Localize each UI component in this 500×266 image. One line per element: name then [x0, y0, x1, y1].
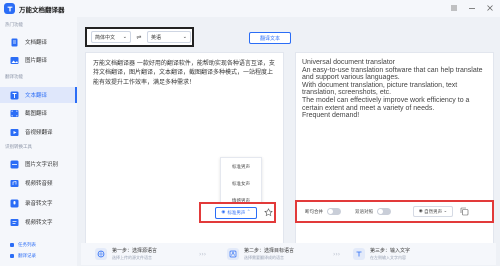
app-title: 万能文档翻译器 [19, 5, 65, 14]
audio-video-icon [10, 128, 19, 137]
source-language-select[interactable]: 简体中文 ⌄ [91, 31, 131, 43]
speaker-icon: ◉ [221, 210, 226, 215]
target-language-select[interactable]: 英语 ⌄ [147, 31, 191, 43]
sidebar-item-image-translate[interactable]: 图片翻译 [0, 52, 77, 68]
sidebar-item-label: 视频转文字 [25, 220, 53, 226]
translate-button[interactable]: 翻译文本 [249, 32, 291, 44]
chevron-down-icon: ⌄ [122, 34, 127, 40]
text-icon [10, 91, 19, 100]
sidebar-item-audio-video-translate[interactable]: 音视频翻译 [0, 124, 77, 140]
swap-languages-icon[interactable]: ⇌ [134, 34, 144, 41]
image-icon [10, 56, 19, 65]
minimize-icon[interactable] [467, 3, 476, 12]
sidebar-item-text-translate[interactable]: 文本翻译 [0, 87, 77, 103]
group-label-tools: 识别转换工具 [5, 145, 32, 150]
sidebar-item-screenshot-translate[interactable]: 截图翻译 [0, 105, 77, 121]
target-voice-select[interactable]: ◉ 自然男声 ⌄ [413, 206, 453, 217]
source-controls: ◉ 标准男声 ⌃ [199, 202, 276, 223]
chevron-down-icon: ⌄ [442, 209, 448, 214]
chevron-up-icon: ⌃ [245, 210, 251, 215]
main-area: 简体中文 ⌄ ⇌ 英语 ⌄ 翻译文本 万能文档翻译器 一款好用的翻译软件，能帮助… [81, 19, 496, 252]
video-text-icon [10, 218, 19, 227]
voice-option-standard-female[interactable]: 标准女声 [221, 175, 261, 192]
sidebar-item-label: 截图翻译 [25, 111, 48, 117]
menu-icon[interactable] [449, 3, 458, 12]
step-desc: 在左侧输入文字内容 [370, 255, 406, 260]
step-2: 第二步：选择目标语言 选择需要翻译成的语言 [227, 247, 294, 261]
sentence-merge-toggle[interactable] [327, 208, 341, 215]
step-arrow-icon: ››› [333, 250, 341, 258]
target-language-icon [227, 248, 239, 260]
source-voice-select[interactable]: ◉ 标准男声 ⌃ [215, 206, 257, 219]
sidebar: 热门功能 文档翻译 图片翻译 翻译功能 文本翻译 截图翻译 音视频翻译 识别转换… [0, 17, 77, 266]
translated-line: With document translation, picture trans… [302, 81, 458, 97]
sidebar-item-label: 文档翻译 [25, 40, 48, 46]
step-3: 第三步：输入文字 在左侧输入文字内容 [353, 247, 410, 261]
sidebar-item-video-to-audio[interactable]: 视频转音频 [0, 175, 77, 191]
sidebar-item-record-to-text[interactable]: 录音转文字 [0, 195, 77, 211]
steps-guide: 第一步：选择源语言 选择上传的源文件语言 ››› 第二步：选择目标语言 选择需要… [81, 243, 496, 265]
sidebar-item-label: 录音转文字 [25, 201, 53, 207]
chevron-down-icon: ⌄ [182, 34, 187, 40]
translated-line: Frequent demand! [302, 112, 360, 120]
group-label-translate: 翻译功能 [5, 75, 23, 80]
step-arrow-icon: ››› [199, 250, 207, 258]
input-text-icon [353, 248, 365, 260]
copy-icon[interactable] [460, 207, 469, 216]
translated-line: The model can effectively improve work e… [302, 96, 470, 112]
screenshot-icon [10, 109, 19, 118]
sentence-merge-label: 断句合并 [305, 209, 323, 215]
translation-history-link[interactable]: 翻译记录 [10, 253, 36, 259]
sidebar-item-label: 音视频翻译 [25, 130, 53, 136]
close-icon[interactable] [485, 3, 494, 12]
ocr-icon [10, 160, 19, 169]
translated-line: An easy-to-use translation software that… [302, 66, 483, 82]
sidebar-item-label: 图片文字识别 [25, 162, 59, 168]
globe-icon [95, 248, 107, 260]
bilingual-toggle[interactable] [377, 208, 391, 215]
record-icon [10, 199, 19, 208]
step-desc: 选择需要翻译成的语言 [244, 255, 284, 260]
task-list-icon [10, 243, 14, 247]
sidebar-item-label: 视频转音频 [25, 181, 53, 187]
video-audio-icon [10, 179, 19, 188]
voice-option-standard-male[interactable]: 标准男声 [221, 158, 261, 175]
sidebar-item-ocr[interactable]: 图片文字识别 [0, 156, 77, 172]
sidebar-item-label: 图片翻译 [25, 58, 48, 64]
title-bar: 万能文档翻译器 [0, 0, 500, 17]
document-icon [10, 38, 19, 47]
step-title: 第二步：选择目标语言 [244, 248, 295, 254]
language-selector-group: 简体中文 ⌄ ⇌ 英语 ⌄ [85, 27, 194, 47]
favorite-icon[interactable] [264, 208, 273, 217]
sidebar-item-video-to-text[interactable]: 视频转文字 [0, 214, 77, 230]
app-logo-icon [4, 3, 15, 14]
task-list-link[interactable]: 任务列表 [10, 242, 36, 248]
translated-text: Universal document translator An easy-to-… [302, 59, 492, 120]
step-title: 第三步：输入文字 [370, 248, 411, 254]
target-controls: 断句合并 双语对照 ◉ 自然男声 ⌄ [295, 200, 494, 223]
sidebar-item-label: 文本翻译 [25, 93, 48, 99]
step-desc: 选择上传的源文件语言 [112, 255, 152, 260]
sidebar-item-document-translate[interactable]: 文档翻译 [0, 34, 77, 50]
translated-line: Universal document translator [302, 59, 395, 66]
group-label-hot: 热门功能 [5, 23, 23, 28]
source-textarea[interactable]: 万能文档翻译器 一款好用的翻译软件，能帮助实现各种语言互译，支持文档翻译，图片翻… [93, 59, 277, 87]
step-1: 第一步：选择源语言 选择上传的源文件语言 [95, 247, 157, 261]
bilingual-label: 双语对照 [355, 209, 373, 215]
step-title: 第一步：选择源语言 [112, 248, 158, 254]
history-icon [10, 254, 14, 258]
